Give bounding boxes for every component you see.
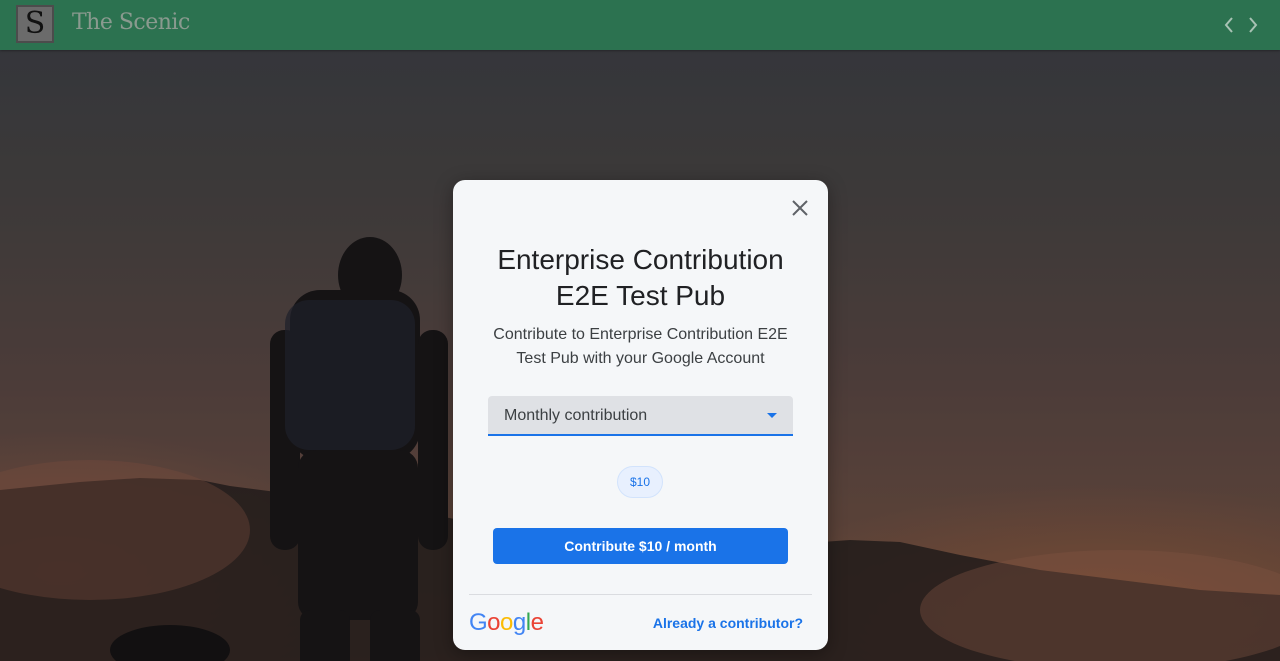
chevron-right-icon[interactable] [1246,14,1260,36]
google-wordmark-letter: G [469,609,488,636]
dropdown-arrow-icon [767,413,777,418]
google-wordmark-letter: o [500,609,513,636]
select-value: Monthly contribution [504,407,648,424]
dialog-subtitle: Contribute to Enterprise Contribution E2… [493,326,788,367]
site-header: S The Scenic [0,0,1280,50]
logo-letter: S [24,6,46,41]
google-wordmark-letter: e [530,609,544,636]
dialog-title: Enterprise Contribution E2E Test Pub [497,244,784,311]
amount-chip[interactable]: $10 [617,466,663,498]
page-navigation [1222,14,1260,36]
site-title[interactable]: The Scenic [72,10,190,35]
google-logo: Google [469,609,544,637]
contribute-button[interactable]: Contribute $10 / month [493,528,788,564]
close-icon[interactable] [790,198,810,218]
chevron-left-icon[interactable] [1222,14,1236,36]
contribution-frequency-select[interactable]: Monthly contribution [488,396,793,436]
google-wordmark-letter: g [512,609,526,636]
contribution-dialog: Enterprise Contribution E2E Test Pub Con… [453,180,828,650]
footer-divider [469,594,812,595]
google-wordmark-letter: o [487,609,501,636]
site-logo[interactable]: S [16,5,54,43]
already-contributor-link[interactable]: Already a contributor? [653,615,803,631]
google-wordmark: Google [469,609,544,636]
